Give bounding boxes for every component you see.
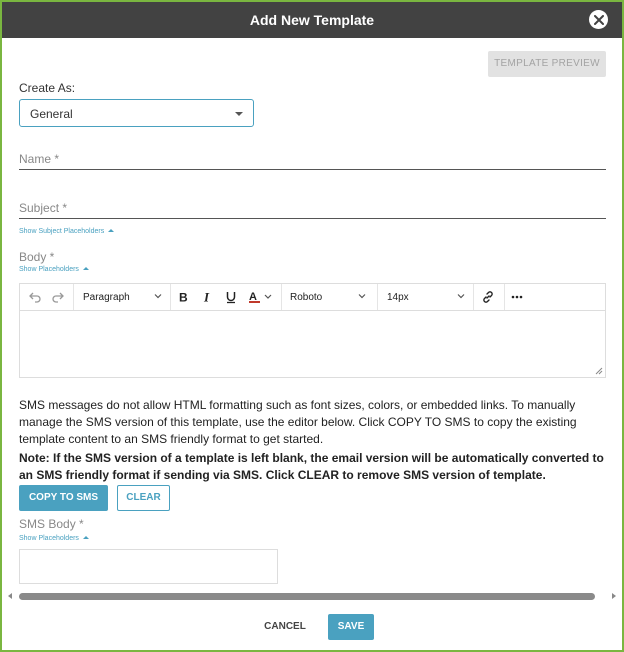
scroll-left-icon[interactable] bbox=[8, 593, 12, 599]
show-subject-placeholders-label: Show Subject Placeholders bbox=[19, 228, 105, 235]
sms-show-placeholders-label: Show Placeholders bbox=[19, 535, 79, 542]
show-placeholders-label: Show Placeholders bbox=[19, 266, 79, 273]
body-label: Body * bbox=[19, 250, 55, 264]
font-family-select[interactable]: Roboto bbox=[282, 284, 376, 310]
sms-show-placeholders-link[interactable]: Show Placeholders bbox=[19, 535, 89, 542]
block-format-select[interactable]: Paragraph bbox=[74, 284, 166, 310]
dialog-header: Add New Template bbox=[2, 2, 622, 38]
dialog-title: Add New Template bbox=[249, 12, 375, 28]
chevron-up-icon bbox=[82, 267, 89, 270]
svg-text:I: I bbox=[203, 290, 210, 304]
close-icon[interactable] bbox=[589, 10, 608, 29]
resize-handle-icon[interactable] bbox=[595, 367, 603, 375]
chevron-up-icon bbox=[108, 229, 115, 232]
chevron-down-icon bbox=[154, 294, 162, 299]
chevron-down-icon bbox=[457, 294, 465, 299]
font-family-value: Roboto bbox=[290, 292, 323, 303]
add-template-dialog: Add New Template TEMPLATE PREVIEW Create… bbox=[0, 0, 624, 652]
clear-button[interactable]: CLEAR bbox=[117, 485, 170, 511]
toolbar-divider bbox=[170, 284, 171, 310]
svg-text:B: B bbox=[179, 291, 188, 305]
cancel-button[interactable]: CANCEL bbox=[256, 615, 314, 639]
font-size-value: 14px bbox=[387, 292, 409, 303]
scrollbar-thumb[interactable] bbox=[19, 593, 595, 600]
toolbar-divider bbox=[504, 284, 505, 310]
sms-note-text: Note: If the SMS version of a template i… bbox=[19, 451, 604, 482]
create-as-select[interactable]: General bbox=[19, 99, 254, 127]
subject-label: Subject * bbox=[19, 201, 68, 215]
scroll-right-icon[interactable] bbox=[612, 593, 616, 599]
text-color-swatch bbox=[249, 301, 260, 303]
toolbar-divider bbox=[473, 284, 474, 310]
template-preview-button[interactable]: TEMPLATE PREVIEW bbox=[488, 51, 606, 77]
create-as-value: General bbox=[30, 107, 73, 121]
chevron-up-icon bbox=[82, 536, 89, 539]
font-size-select[interactable]: 14px bbox=[378, 284, 472, 310]
sms-body-input[interactable] bbox=[19, 549, 278, 584]
show-placeholders-link[interactable]: Show Placeholders bbox=[19, 266, 89, 273]
subject-input[interactable] bbox=[19, 218, 606, 219]
chevron-down-icon bbox=[358, 294, 366, 299]
sms-info-text: SMS messages do not allow HTML formattin… bbox=[19, 398, 577, 446]
block-format-value: Paragraph bbox=[83, 292, 130, 303]
save-button[interactable]: SAVE bbox=[328, 614, 374, 640]
show-subject-placeholders-link[interactable]: Show Subject Placeholders bbox=[19, 228, 115, 235]
name-input[interactable] bbox=[19, 169, 606, 170]
body-editor-area[interactable] bbox=[20, 311, 605, 377]
create-as-label: Create As: bbox=[19, 81, 76, 95]
sms-body-label: SMS Body * bbox=[19, 517, 84, 531]
copy-to-sms-button[interactable]: COPY TO SMS bbox=[19, 485, 108, 511]
body-editor: Paragraph B I A Roboto 14px bbox=[19, 283, 606, 378]
horizontal-scrollbar[interactable] bbox=[8, 591, 616, 601]
chevron-down-icon bbox=[235, 112, 243, 116]
editor-toolbar: Paragraph B I A Roboto 14px bbox=[20, 284, 605, 311]
name-label: Name * bbox=[19, 152, 60, 166]
